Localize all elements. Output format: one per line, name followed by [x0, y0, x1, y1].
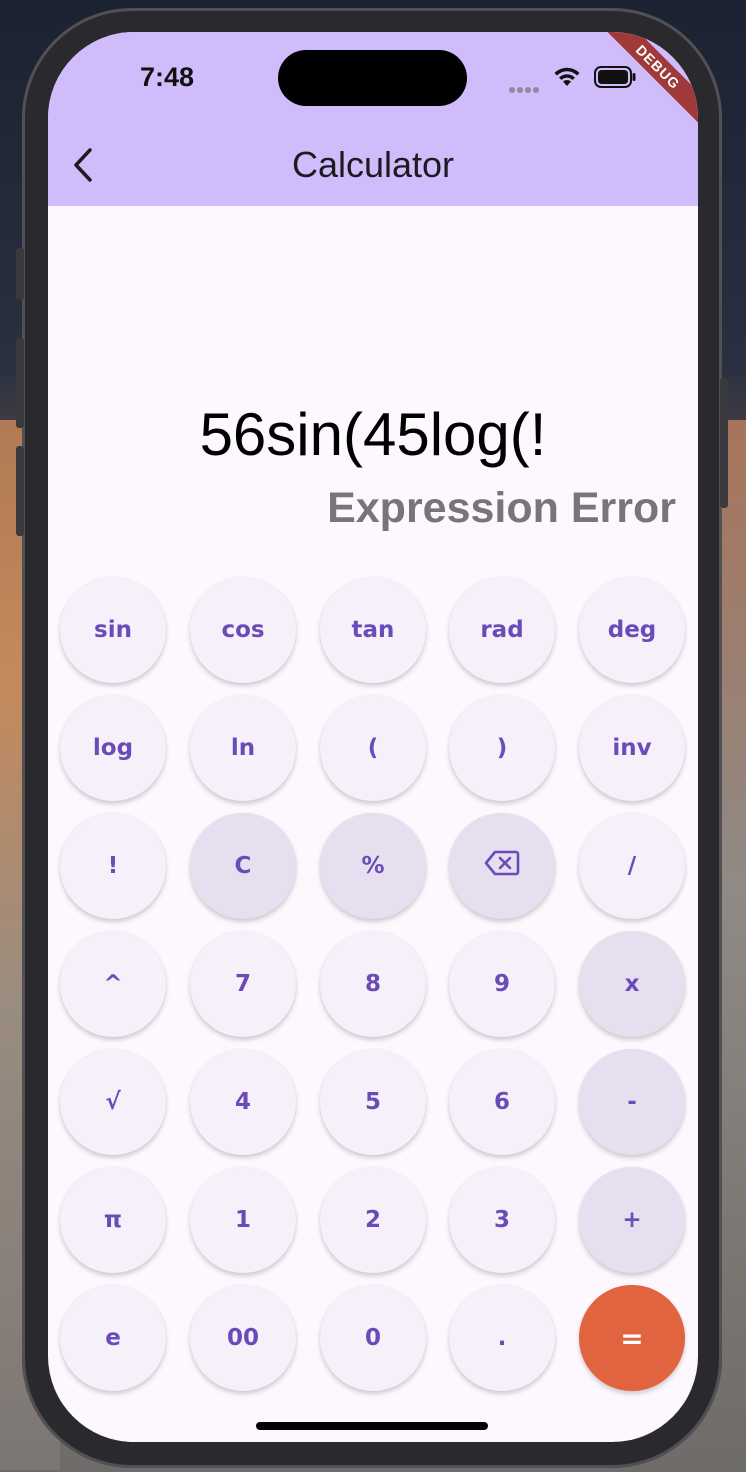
- key-double-zero-button[interactable]: 00: [190, 1285, 296, 1391]
- key-label: 6: [493, 1089, 510, 1115]
- key-power-button[interactable]: ^: [60, 931, 166, 1037]
- key-label: 9: [493, 971, 510, 997]
- power-button: [720, 378, 728, 508]
- key-label: x: [624, 971, 640, 997]
- key-decimal-button[interactable]: .: [449, 1285, 555, 1391]
- key-open-paren-button[interactable]: (: [320, 695, 426, 801]
- key-label: -: [627, 1089, 637, 1115]
- app-screen: 7:48 DEBUG Calculator 56sin(45log(! Expr…: [48, 32, 698, 1442]
- backspace-icon: [484, 850, 520, 882]
- key-label: log: [92, 735, 134, 761]
- key-percent-button[interactable]: %: [320, 813, 426, 919]
- key-label: deg: [607, 617, 657, 643]
- keypad: sin cos tan rad deg log ln () inv! C% / ^ 7 8 9 x √ 4 5 6 - π…: [48, 32, 698, 1442]
- key-8-button[interactable]: 8: [320, 931, 426, 1037]
- key-log-button[interactable]: log: [60, 695, 166, 801]
- key-label: 00: [226, 1325, 259, 1351]
- volume-up-button: [16, 338, 24, 428]
- key-deg-button[interactable]: deg: [579, 577, 685, 683]
- key-9-button[interactable]: 9: [449, 931, 555, 1037]
- key-1-button[interactable]: 1: [190, 1167, 296, 1273]
- key-label: 8: [364, 971, 381, 997]
- key-label: tan: [351, 617, 395, 643]
- key-label: C: [234, 853, 252, 879]
- key-rad-button[interactable]: rad: [449, 577, 555, 683]
- key-inverse-button[interactable]: inv: [579, 695, 685, 801]
- key-close-paren-button[interactable]: ): [449, 695, 555, 801]
- key-label: 5: [364, 1089, 381, 1115]
- key-3-button[interactable]: 3: [449, 1167, 555, 1273]
- key-label: sin: [94, 617, 132, 643]
- key-label: 7: [234, 971, 251, 997]
- key-tan-button[interactable]: tan: [320, 577, 426, 683]
- volume-down-button: [16, 446, 24, 536]
- key-label: /: [627, 853, 637, 879]
- key-4-button[interactable]: 4: [190, 1049, 296, 1155]
- key-minus-button[interactable]: -: [579, 1049, 685, 1155]
- key-equals-button[interactable]: =: [579, 1285, 685, 1391]
- key-label: 3: [493, 1207, 510, 1233]
- key-factorial-button[interactable]: !: [60, 813, 166, 919]
- key-label: ): [496, 735, 508, 761]
- key-pi-button[interactable]: π: [60, 1167, 166, 1273]
- key-label: rad: [480, 617, 524, 643]
- key-label: e: [105, 1325, 121, 1351]
- key-label: =: [620, 1321, 644, 1355]
- key-0-button[interactable]: 0: [320, 1285, 426, 1391]
- home-indicator[interactable]: [256, 1422, 488, 1430]
- key-label: inv: [612, 735, 652, 761]
- key-6-button[interactable]: 6: [449, 1049, 555, 1155]
- key-label: ^: [103, 971, 123, 997]
- key-plus-button[interactable]: +: [579, 1167, 685, 1273]
- key-label: .: [497, 1325, 507, 1351]
- key-label: ln: [230, 735, 256, 761]
- key-backspace-button[interactable]: [449, 813, 555, 919]
- key-label: 4: [234, 1089, 251, 1115]
- key-label: π: [103, 1207, 123, 1233]
- mute-switch: [16, 248, 24, 300]
- key-label: !: [107, 853, 119, 879]
- key-sin-button[interactable]: sin: [60, 577, 166, 683]
- key-label: 2: [364, 1207, 381, 1233]
- key-multiply-button[interactable]: x: [579, 931, 685, 1037]
- key-sqrt-button[interactable]: √: [60, 1049, 166, 1155]
- key-5-button[interactable]: 5: [320, 1049, 426, 1155]
- key-label: 1: [234, 1207, 251, 1233]
- key-cos-button[interactable]: cos: [190, 577, 296, 683]
- key-label: (: [367, 735, 379, 761]
- key-ln-button[interactable]: ln: [190, 695, 296, 801]
- key-label: %: [361, 853, 385, 879]
- key-divide-button[interactable]: /: [579, 813, 685, 919]
- key-label: cos: [221, 617, 265, 643]
- key-label: 0: [364, 1325, 381, 1351]
- key-7-button[interactable]: 7: [190, 931, 296, 1037]
- key-2-button[interactable]: 2: [320, 1167, 426, 1273]
- key-label: +: [622, 1207, 642, 1233]
- key-clear-button[interactable]: C: [190, 813, 296, 919]
- key-euler-button[interactable]: e: [60, 1285, 166, 1391]
- key-label: √: [105, 1089, 121, 1115]
